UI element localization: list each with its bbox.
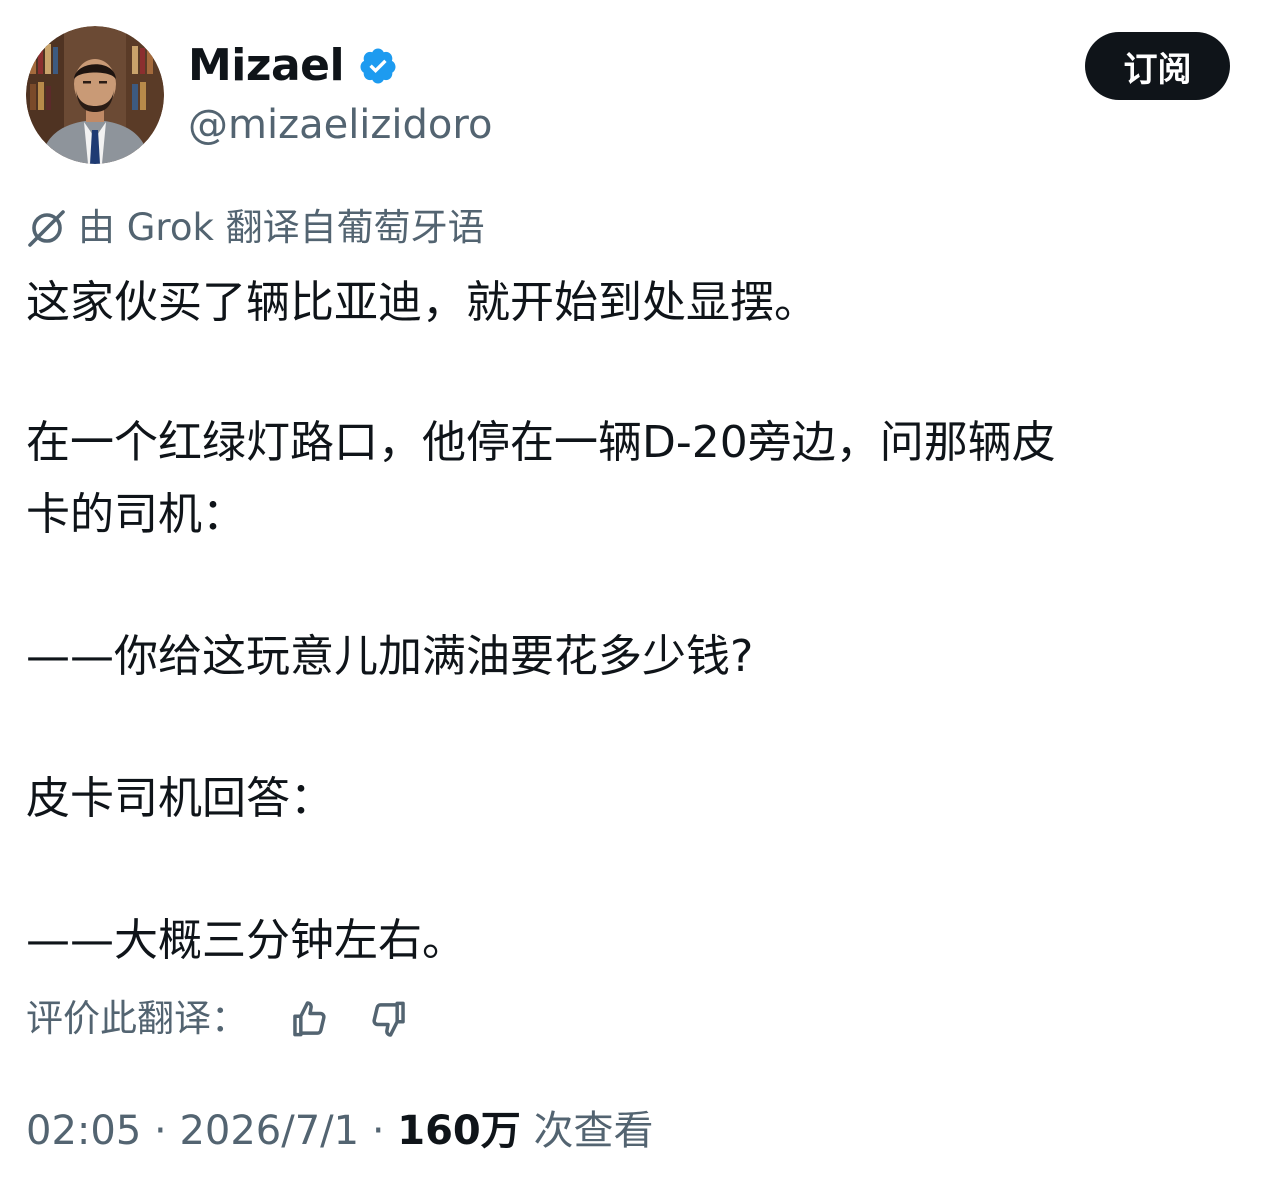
grok-icon (28, 210, 65, 247)
translation-notice: 由 Grok 翻译自葡萄牙语 (26, 204, 485, 252)
thumbs-up-icon (293, 1001, 326, 1037)
profile-photo (26, 26, 164, 164)
tweet-text-line: ——大概三分钟左右。 (26, 915, 466, 966)
meta-separator: · (371, 1108, 385, 1154)
thumbs-up-button[interactable] (286, 995, 334, 1043)
verified-badge-icon (360, 48, 396, 84)
view-count: 160万 (397, 1108, 521, 1154)
translation-label: 由 Grok 翻译自葡萄牙语 (78, 206, 485, 249)
tweet-text-line: 在一个红绿灯路口，他停在一辆D-20旁边，问那辆皮 (26, 417, 1056, 468)
avatar[interactable] (26, 26, 164, 164)
tweet-text-line: 皮卡司机回答： (26, 773, 334, 824)
display-name[interactable]: Mizael (188, 38, 345, 94)
tweet-date[interactable]: 2026/7/1 (179, 1108, 359, 1154)
subscribe-button[interactable]: 订阅 (1085, 32, 1230, 100)
meta-separator: · (154, 1108, 167, 1154)
rate-translation-label: 评价此翻译： (26, 997, 248, 1040)
author-name-row[interactable]: Mizael (188, 38, 398, 94)
view-count-label: 次查看 (533, 1108, 654, 1154)
tweet-meta: 02:05 · 2026/7/1 · 160万 次查看 (26, 1104, 653, 1158)
user-handle[interactable]: @mizaelizidoro (188, 100, 492, 150)
rate-translation: 评价此翻译： (26, 994, 412, 1044)
thumbs-down-button[interactable] (364, 995, 412, 1043)
tweet-text-line: 这家伙买了辆比亚迪，就开始到处显摆。 (26, 277, 818, 328)
tweet-text-line: 卡的司机： (26, 489, 246, 540)
tweet-text-line: ——你给这玩意儿加满油要花多少钱? (26, 631, 754, 682)
tweet-time[interactable]: 02:05 (26, 1108, 141, 1154)
thumbs-down-icon (372, 1001, 405, 1037)
